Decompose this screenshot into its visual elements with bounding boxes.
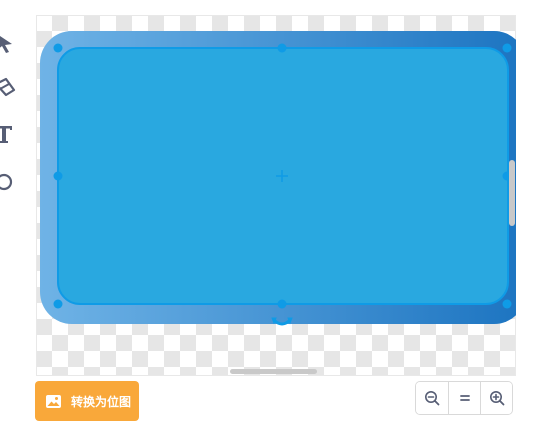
equals-icon [459, 395, 470, 401]
reshape-tool[interactable] [0, 76, 20, 100]
handle-left[interactable] [53, 171, 63, 181]
drawing-canvas[interactable] [36, 15, 516, 376]
convert-to-bitmap-label: 转换为位图 [71, 394, 132, 409]
zoom-reset-button[interactable] [448, 382, 480, 414]
handle-top[interactable] [277, 43, 287, 53]
convert-to-bitmap-button[interactable]: 转换为位图 [35, 381, 139, 421]
handle-top-right[interactable] [502, 43, 512, 53]
handle-bottom[interactable] [277, 299, 287, 309]
horizontal-scrollbar[interactable] [230, 369, 317, 374]
handle-bottom-left[interactable] [53, 299, 63, 309]
eraser-icon [0, 77, 16, 97]
image-icon [45, 393, 62, 410]
zoom-out-button[interactable] [416, 382, 448, 414]
vertical-scrollbar[interactable] [509, 160, 515, 226]
zoom-in-icon [489, 391, 504, 406]
text-tool[interactable] [0, 122, 20, 146]
handle-bottom-right[interactable] [502, 299, 512, 309]
zoom-controls [415, 381, 513, 415]
text-icon [0, 126, 12, 143]
circle-icon [0, 173, 13, 191]
select-tool[interactable] [0, 30, 20, 54]
zoom-out-icon [425, 391, 440, 406]
arrow-cursor-icon [0, 36, 12, 53]
tool-palette [0, 0, 24, 220]
canvas-artwork [40, 31, 516, 326]
zoom-in-button[interactable] [480, 382, 512, 414]
handle-top-left[interactable] [53, 43, 63, 53]
ellipse-tool[interactable] [0, 170, 20, 194]
